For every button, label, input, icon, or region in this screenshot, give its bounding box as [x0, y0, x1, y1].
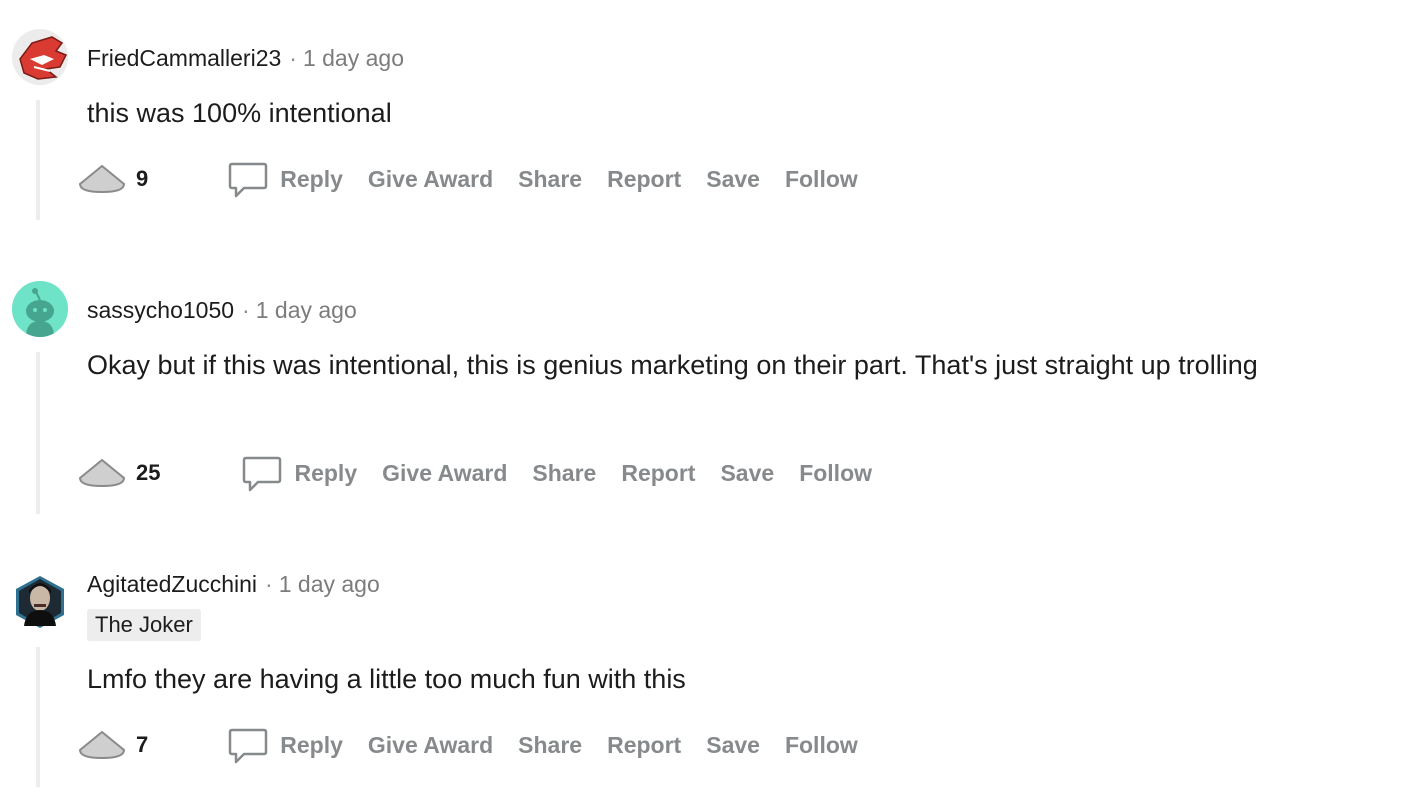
chat-bubble-icon	[228, 159, 268, 199]
reply-label: Reply	[280, 731, 343, 758]
reply-label: Reply	[294, 459, 358, 486]
thread-line[interactable]	[36, 647, 40, 787]
upvote-icon[interactable]	[78, 456, 128, 490]
follow-button[interactable]: Follow	[785, 166, 858, 193]
username[interactable]: sassycho1050	[87, 297, 234, 323]
timestamp[interactable]: 1 day ago	[256, 297, 357, 323]
follow-button[interactable]: Follow	[785, 732, 858, 759]
username[interactable]: FriedCammalleri23	[87, 45, 281, 71]
upvote-icon[interactable]	[78, 728, 128, 762]
share-button[interactable]: Share	[532, 460, 596, 487]
comment-meta: FriedCammalleri23 · 1 day ago	[87, 43, 404, 73]
upvote-icon[interactable]	[78, 162, 128, 196]
username[interactable]: AgitatedZucchini	[87, 571, 257, 597]
give-award-button[interactable]: Give Award	[382, 460, 507, 487]
save-button[interactable]: Save	[720, 460, 774, 487]
vote-count: 25	[136, 460, 161, 485]
timestamp[interactable]: 1 day ago	[279, 571, 380, 597]
comment-body: Okay but if this was intentional, this i…	[87, 350, 1258, 380]
thread-line[interactable]	[36, 100, 40, 220]
reply-button[interactable]: Reply	[228, 159, 368, 199]
save-button[interactable]: Save	[706, 732, 760, 759]
save-button[interactable]: Save	[706, 166, 760, 193]
comment-actions: 25 Reply Give Award Share Report Save Fo…	[78, 453, 897, 493]
user-flair: The Joker	[87, 609, 201, 641]
report-button[interactable]: Report	[621, 460, 695, 487]
comment-actions: 7 Reply Give Award Share Report Save Fol…	[78, 725, 883, 765]
separator-dot: ·	[289, 45, 297, 71]
separator-dot: ·	[265, 571, 273, 597]
comment-body: this was 100% intentional	[87, 98, 392, 128]
comment-actions: 9 Reply Give Award Share Report Save Fol…	[78, 159, 883, 199]
share-button[interactable]: Share	[518, 732, 582, 759]
vote-section: 7	[78, 728, 148, 762]
reply-button[interactable]: Reply	[228, 725, 368, 765]
comment-meta: sassycho1050 · 1 day ago	[87, 295, 357, 325]
joker-avatar-icon[interactable]	[12, 574, 68, 630]
thread-line[interactable]	[36, 352, 40, 514]
vote-count: 9	[136, 166, 149, 191]
timestamp[interactable]: 1 day ago	[303, 45, 404, 71]
snoo-avatar-icon[interactable]	[12, 281, 68, 337]
give-award-button[interactable]: Give Award	[368, 166, 493, 193]
vote-count: 7	[136, 732, 149, 757]
red-helmet-avatar-icon[interactable]	[12, 29, 68, 85]
comment-body: Lmfo they are having a little too much f…	[87, 664, 686, 694]
report-button[interactable]: Report	[607, 732, 681, 759]
follow-button[interactable]: Follow	[799, 460, 872, 487]
chat-bubble-icon	[228, 725, 268, 765]
reply-label: Reply	[280, 165, 343, 192]
separator-dot: ·	[242, 297, 250, 323]
comment-meta: AgitatedZucchini · 1 day ago	[87, 569, 380, 599]
chat-bubble-icon	[242, 453, 282, 493]
vote-section: 9	[78, 162, 148, 196]
share-button[interactable]: Share	[518, 166, 582, 193]
vote-section: 25	[78, 456, 160, 490]
report-button[interactable]: Report	[607, 166, 681, 193]
reply-button[interactable]: Reply	[242, 453, 382, 493]
give-award-button[interactable]: Give Award	[368, 732, 493, 759]
